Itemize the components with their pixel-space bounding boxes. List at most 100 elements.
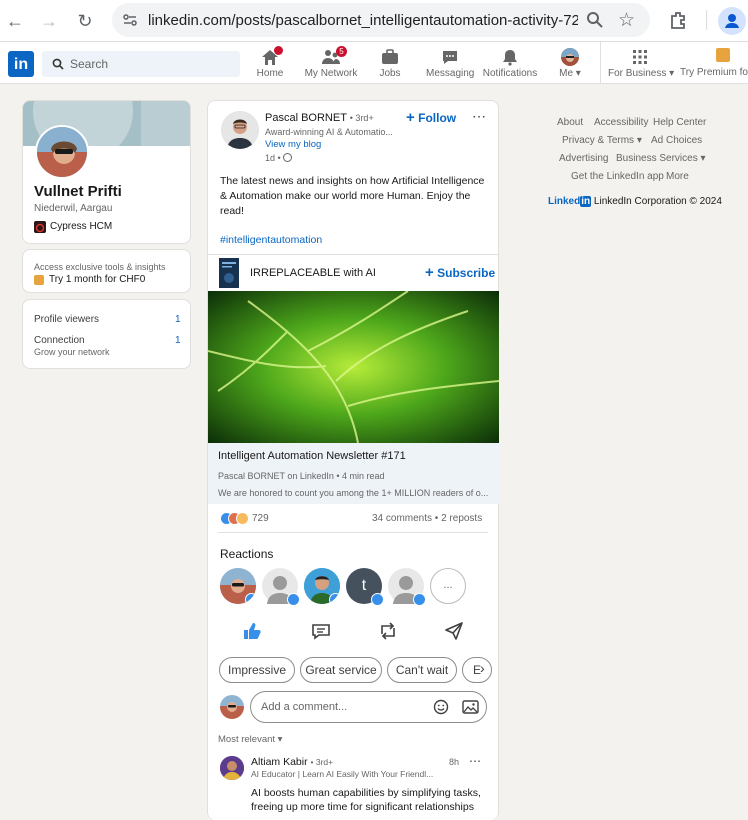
profile-viewers-label[interactable]: Profile viewers (34, 314, 99, 325)
nav-messaging[interactable]: Messaging (426, 48, 474, 79)
bell-icon (500, 48, 520, 66)
grow-network-label[interactable]: Grow your network (34, 347, 110, 357)
forward-icon[interactable]: → (36, 8, 62, 34)
footer-accessibility[interactable]: Accessibility (594, 117, 648, 128)
nav-notifications[interactable]: Notifications (482, 48, 538, 79)
bookmark-star-icon[interactable]: ☆ (618, 9, 635, 32)
post-more-icon[interactable]: ⋯ (472, 108, 486, 125)
author-name[interactable]: Pascal BORNET (265, 112, 347, 124)
subscribe-button[interactable]: + Subscribe (425, 264, 495, 281)
like-badge-icon (413, 593, 426, 606)
comment-text-line-1: AI boosts human capabilities by simplify… (251, 787, 481, 799)
comment-headline: AI Educator | Learn AI Easily With Your … (251, 769, 434, 779)
sort-comments-dropdown[interactable]: Most relevant ▾ (218, 734, 282, 745)
divider (218, 532, 488, 533)
view-blog-link[interactable]: View my blog (265, 139, 321, 150)
nav-my-network-label: My Network (304, 68, 358, 79)
reactor-avatar-5[interactable] (388, 568, 426, 606)
author-degree: • 3rd+ (349, 113, 374, 123)
extensions-icon[interactable] (668, 10, 688, 35)
comment-more-icon[interactable]: ⋯ (469, 754, 481, 768)
reactor-avatar-4[interactable]: t (346, 568, 384, 606)
footer-ad-choices[interactable]: Ad Choices (651, 135, 702, 146)
post-hashtag[interactable]: #intelligentautomation (220, 234, 322, 246)
nav-for-business[interactable]: For Business ▾ (608, 48, 675, 79)
nav-jobs[interactable]: Jobs (372, 48, 408, 79)
reactor-avatar-1[interactable] (220, 568, 256, 604)
footer-privacy-terms[interactable]: Privacy & Terms ▾ (562, 135, 642, 146)
profile-viewers-count[interactable]: 1 (175, 314, 181, 325)
plus-icon: + (406, 109, 415, 126)
like-icon[interactable] (241, 620, 263, 642)
footer-help-center[interactable]: Help Center (653, 117, 706, 128)
url-text[interactable]: linkedin.com/posts/pascalbornet_intellig… (148, 12, 578, 29)
author-headline: Award-winning AI & Automatio... (265, 127, 393, 137)
comment-time: 8h (449, 757, 460, 767)
quick-reply-partial[interactable]: E (462, 657, 492, 683)
image-icon[interactable] (462, 699, 479, 720)
reactor-avatar-2[interactable] (262, 568, 300, 606)
comment-input[interactable]: Add a comment... (250, 691, 487, 723)
premium-offer[interactable]: Try 1 month for CHF0 (49, 274, 145, 285)
profile-avatar[interactable] (35, 125, 89, 179)
nav-me[interactable]: Me ▾ (554, 48, 586, 79)
footer-get-app[interactable]: Get the LinkedIn app (571, 171, 664, 182)
premium-icon (716, 48, 730, 62)
nav-try-premium[interactable]: Try Premium for C (680, 48, 748, 78)
comment-icon[interactable] (310, 620, 332, 642)
post-time-text: 1d • (265, 153, 281, 163)
reaction-icons[interactable] (220, 512, 250, 526)
profile-stats-card: Profile viewers 1 Connection 1 Grow your… (22, 299, 191, 369)
search-input[interactable]: Search (42, 51, 240, 77)
globe-icon (283, 153, 293, 162)
reload-icon[interactable]: ↻ (72, 8, 98, 34)
me-avatar-icon (561, 48, 579, 66)
quick-reply-impressive[interactable]: Impressive (219, 657, 295, 683)
send-icon[interactable] (443, 620, 465, 642)
connection-label[interactable]: Connection (34, 335, 85, 346)
article-title[interactable]: Intelligent Automation Newsletter #171 (218, 450, 406, 462)
repost-icon[interactable] (377, 620, 399, 642)
search-icon (52, 58, 64, 70)
site-info-icon[interactable] (122, 12, 138, 28)
comment-author[interactable]: Altiam Kabir (251, 756, 308, 768)
address-bar[interactable]: linkedin.com/posts/pascalbornet_intellig… (112, 3, 650, 37)
comments-reposts-count[interactable]: 34 comments • 2 reposts (372, 513, 482, 524)
footer-business-services[interactable]: Business Services ▾ (616, 153, 706, 164)
linkedin-logo-icon[interactable]: in (8, 51, 34, 77)
follow-label: Follow (418, 111, 457, 125)
article-snippet: We are honored to count you among the 1+… (218, 488, 489, 498)
article-image[interactable] (208, 291, 499, 443)
footer-about[interactable]: About (557, 117, 583, 128)
comment-author-avatar[interactable] (220, 756, 244, 780)
back-icon[interactable]: ← (2, 8, 28, 34)
premium-card[interactable]: Access exclusive tools & insights Try 1 … (22, 249, 191, 293)
follow-button[interactable]: + Follow (406, 109, 456, 126)
profile-name[interactable]: Vullnet Prifti (34, 183, 122, 200)
footer-advertising[interactable]: Advertising (559, 153, 608, 164)
quick-reply-great-service[interactable]: Great service (300, 657, 382, 683)
connection-count[interactable]: 1 (175, 335, 181, 346)
nav-notifications-label: Notifications (482, 68, 538, 79)
quick-reply-cant-wait[interactable]: Can't wait (387, 657, 457, 683)
author-avatar[interactable] (221, 111, 259, 149)
nav-home[interactable]: Home (254, 46, 286, 79)
reactor-avatar-3[interactable] (304, 568, 340, 604)
chevron-right-icon[interactable]: › (480, 660, 485, 676)
post-body: The latest news and insights on how Arti… (220, 175, 485, 217)
emoji-icon[interactable] (433, 699, 449, 720)
profile-company[interactable]: Cypress HCM (50, 221, 112, 232)
nav-for-business-label: For Business ▾ (608, 68, 675, 79)
article-meta: Pascal BORNET on LinkedIn • 4 min read (218, 471, 385, 481)
newsletter-name[interactable]: IRREPLACEABLE with AI (250, 267, 376, 279)
post-time: 1d • (265, 153, 293, 163)
reaction-count[interactable]: 729 (252, 513, 269, 524)
more-reactors-button[interactable]: ... (430, 568, 466, 604)
company-logo-icon (34, 221, 46, 233)
footer-more[interactable]: More (666, 171, 689, 182)
zoom-icon[interactable] (586, 11, 604, 34)
nav-my-network[interactable]: 5 My Network (304, 46, 358, 79)
browser-toolbar: ← → ↻ linkedin.com/posts/pascalbornet_in… (0, 0, 748, 42)
like-badge-icon (287, 593, 300, 606)
browser-profile-icon[interactable] (718, 7, 746, 35)
